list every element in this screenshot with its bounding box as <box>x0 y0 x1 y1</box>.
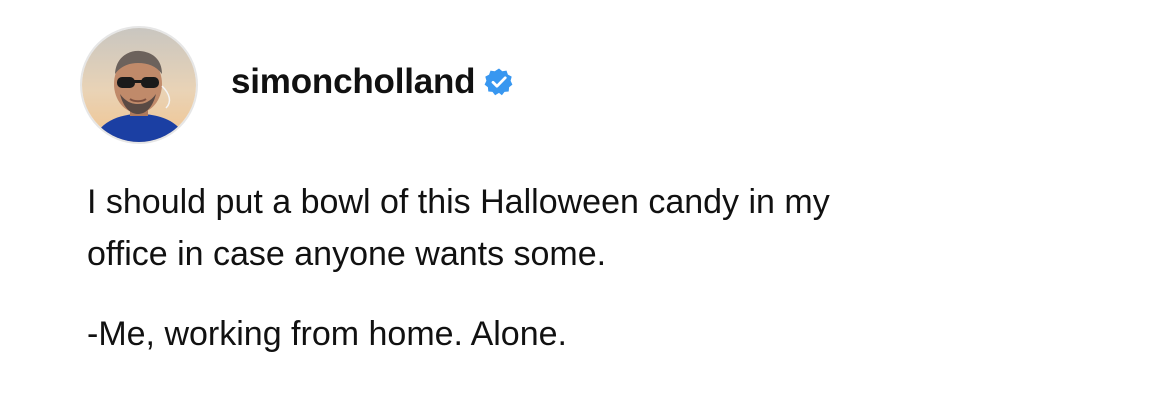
post-header: simoncholland <box>80 25 514 145</box>
caption-line: I should put a bowl of this Halloween ca… <box>87 183 830 221</box>
caption-line: office in case anyone wants some. <box>87 235 607 273</box>
caption-signature: -Me, working from home. Alone. <box>87 315 567 353</box>
verified-badge-icon <box>484 67 514 97</box>
username[interactable]: simoncholland <box>231 62 476 102</box>
avatar[interactable] <box>80 26 198 144</box>
avatar-photo <box>82 28 196 142</box>
post-caption: I should put a bowl of this Halloween ca… <box>87 176 1127 360</box>
username-row: simoncholland <box>231 62 514 102</box>
post-card: simoncholland I should put a bowl of thi… <box>0 0 1170 415</box>
